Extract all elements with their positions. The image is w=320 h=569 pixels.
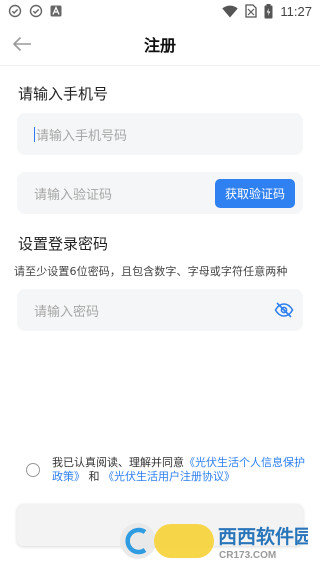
password-hint: 请至少设置6位密码，且包含数字、字母或字符任意两种 bbox=[14, 265, 288, 278]
watermark-logo: 西西软件园 CR173.COM bbox=[120, 523, 308, 561]
phone-input[interactable]: 请输入手机号码 bbox=[17, 113, 303, 155]
no-sim-icon bbox=[245, 4, 258, 18]
back-button[interactable] bbox=[10, 32, 34, 56]
watermark-brand: 西西软件园 bbox=[218, 525, 308, 548]
eye-off-icon[interactable] bbox=[274, 300, 294, 320]
password-input-placeholder: 请输入密码 bbox=[34, 304, 100, 320]
password-section-label: 设置登录密码 bbox=[18, 235, 109, 253]
password-input[interactable]: 请输入密码 bbox=[17, 289, 303, 331]
status-time: 11:27 bbox=[280, 3, 312, 19]
status-notifications bbox=[8, 4, 62, 18]
code-input-placeholder: 请输入验证码 bbox=[34, 187, 113, 203]
page-title: 注册 bbox=[143, 35, 176, 55]
agreement-connector: 和 bbox=[88, 470, 100, 483]
arrow-left-icon bbox=[12, 36, 31, 52]
agreement-prefix: 我已认真阅读、理解并同意 bbox=[52, 456, 184, 469]
check-circle-icon bbox=[29, 4, 43, 18]
wifi-icon bbox=[222, 5, 239, 17]
agreement-text: 我已认真阅读、理解并同意《光伏生活个人信息保护政策》 和 《光伏生活用户注册协议… bbox=[52, 456, 306, 484]
watermark-url: CR173.COM bbox=[219, 550, 276, 561]
status-bar: 11:27 bbox=[0, 0, 320, 22]
status-system: 11:27 bbox=[222, 3, 312, 19]
verification-code-input[interactable]: 请输入验证码 获取验证码 bbox=[17, 172, 303, 214]
agreement-row: 我已认真阅读、理解并同意《光伏生活个人信息保护政策》 和 《光伏生活用户注册协议… bbox=[26, 456, 306, 484]
app-bar: 注册 bbox=[0, 22, 320, 66]
user-agreement-link[interactable]: 《光伏生活用户注册协议》 bbox=[103, 470, 235, 483]
text-cursor bbox=[34, 126, 35, 142]
agreement-checkbox[interactable] bbox=[26, 463, 40, 477]
check-circle-icon bbox=[8, 4, 22, 18]
battery-charging-icon bbox=[264, 3, 273, 18]
app-notification-icon bbox=[50, 5, 62, 17]
get-code-button[interactable]: 获取验证码 bbox=[215, 179, 295, 208]
phone-input-placeholder: 请输入手机号码 bbox=[36, 128, 128, 144]
phone-section-label: 请输入手机号 bbox=[18, 85, 109, 103]
